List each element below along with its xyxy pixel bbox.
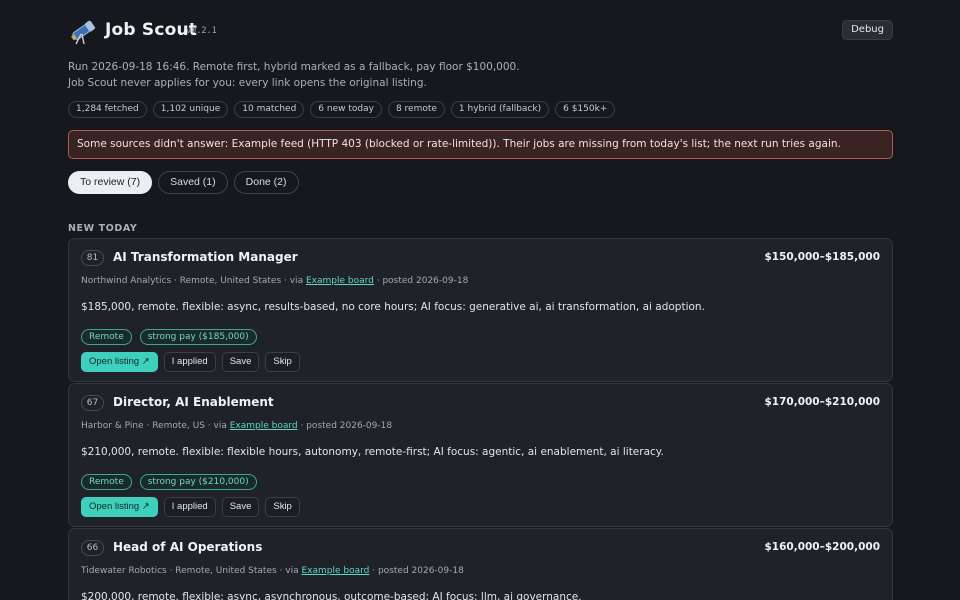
- match-score-badge: 67: [81, 395, 104, 411]
- disclaimer: Job Scout never applies for you: every l…: [68, 77, 427, 89]
- job-summary: $200,000, remote. flexible: async, async…: [81, 591, 582, 600]
- tag-strong-pay: strong pay ($185,000): [139, 329, 257, 345]
- job-title: AI Transformation Manager: [113, 250, 298, 264]
- tab-done[interactable]: Done (2): [233, 171, 299, 194]
- stat-unique: 1,102 unique: [152, 101, 229, 118]
- telescope-icon: [71, 20, 95, 45]
- job-meta: Tidewater Robotics · Remote, United Stat…: [81, 566, 464, 576]
- job-summary: $210,000, remote. flexible: flexible hou…: [81, 446, 664, 458]
- job-title: Head of AI Operations: [113, 540, 263, 554]
- job-actions: Open listing ↗ I applied Save Skip: [81, 352, 300, 372]
- salary-range: $150,000–$185,000: [764, 251, 880, 263]
- tag-strong-pay: strong pay ($210,000): [139, 474, 257, 490]
- match-score-badge: 66: [81, 540, 104, 556]
- stat-new-today: 6 new today: [310, 101, 382, 118]
- posted-date: · posted 2026-09-18: [369, 566, 464, 576]
- company-location: Northwind Analytics · Remote, United Sta…: [81, 276, 306, 286]
- tag-remote: Remote: [81, 474, 132, 490]
- company-location: Harbor & Pine · Remote, US · via: [81, 421, 230, 431]
- review-tabs: To review (7) Saved (1) Done (2): [68, 171, 299, 194]
- debug-button[interactable]: Debug: [842, 20, 893, 40]
- salary-range: $170,000–$210,000: [764, 396, 880, 408]
- stats-bar: 1,284 fetched 1,102 unique 10 matched 6 …: [68, 101, 616, 118]
- open-listing-button[interactable]: Open listing ↗: [81, 352, 158, 372]
- salary-range: $160,000–$200,000: [764, 541, 880, 553]
- open-listing-button[interactable]: Open listing ↗: [81, 497, 158, 517]
- job-card: 66 Head of AI Operations $160,000–$200,0…: [68, 528, 893, 600]
- source-link[interactable]: Example board: [306, 276, 374, 286]
- i-applied-button[interactable]: I applied: [163, 497, 216, 517]
- version-label: v0.2.1: [186, 26, 217, 36]
- run-summary: Run 2026-09-18 16:46. Remote first, hybr…: [68, 61, 520, 73]
- save-button[interactable]: Save: [221, 497, 260, 517]
- tab-to-review[interactable]: To review (7): [68, 171, 153, 194]
- stat-remote: 8 remote: [387, 101, 445, 118]
- source-link[interactable]: Example board: [230, 421, 298, 431]
- match-score-badge: 81: [81, 250, 104, 266]
- job-summary: $185,000, remote. flexible: async, resul…: [81, 301, 705, 313]
- stat-matched: 10 matched: [234, 101, 305, 118]
- company-location: Tidewater Robotics · Remote, United Stat…: [81, 566, 302, 576]
- tab-saved[interactable]: Saved (1): [158, 171, 228, 194]
- stat-150k: 6 $150k+: [555, 101, 616, 118]
- save-button[interactable]: Save: [221, 352, 260, 372]
- posted-date: · posted 2026-09-18: [297, 421, 393, 431]
- job-tags: Remote strong pay ($210,000): [81, 474, 257, 490]
- job-meta: Northwind Analytics · Remote, United Sta…: [81, 276, 468, 286]
- stat-hybrid: 1 hybrid (fallback): [450, 101, 550, 118]
- job-card: 67 Director, AI Enablement $170,000–$210…: [68, 383, 893, 527]
- job-meta: Harbor & Pine · Remote, US · via Example…: [81, 421, 392, 431]
- i-applied-button[interactable]: I applied: [163, 352, 216, 372]
- skip-button[interactable]: Skip: [265, 352, 300, 372]
- job-title: Director, AI Enablement: [113, 395, 274, 409]
- header: Job Scout v0.2.1 Debug: [68, 14, 893, 48]
- job-actions: Open listing ↗ I applied Save Skip: [81, 497, 300, 517]
- section-label-new-today: NEW TODAY: [68, 223, 138, 234]
- source-error-alert: Some sources didn't answer: Example feed…: [68, 130, 893, 159]
- job-tags: Remote strong pay ($185,000): [81, 329, 257, 345]
- tag-remote: Remote: [81, 329, 132, 345]
- app-title: Job Scout: [105, 20, 198, 40]
- job-card: 81 AI Transformation Manager $150,000–$1…: [68, 238, 893, 382]
- posted-date: · posted 2026-09-18: [373, 276, 469, 286]
- source-link[interactable]: Example board: [301, 566, 369, 576]
- stat-fetched: 1,284 fetched: [68, 101, 147, 118]
- skip-button[interactable]: Skip: [265, 497, 300, 517]
- run-info: Run 2026-09-18 16:46. Remote first, hybr…: [68, 59, 520, 91]
